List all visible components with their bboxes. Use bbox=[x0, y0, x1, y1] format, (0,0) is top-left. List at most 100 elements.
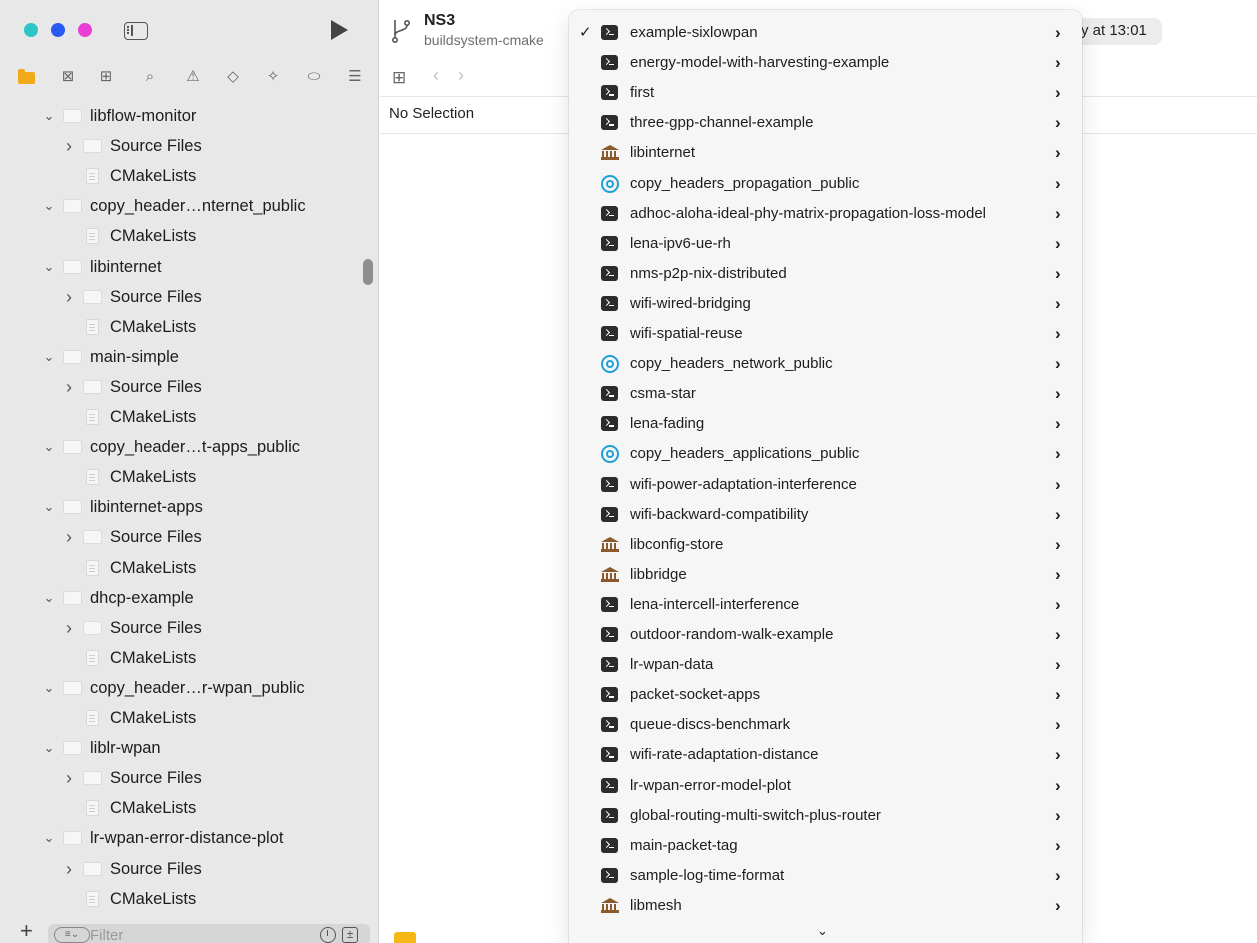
scheme-menu-item[interactable]: energy-model-with-harvesting-example › bbox=[569, 48, 1082, 78]
tree-group-row[interactable]: ⌄ libinternet-apps bbox=[0, 492, 379, 522]
tree-file-row[interactable]: CMakeLists bbox=[0, 643, 379, 673]
scheme-menu-item[interactable]: libbridge › bbox=[569, 560, 1082, 590]
tree-group-row[interactable]: ⌄ libinternet bbox=[0, 252, 379, 282]
scheme-menu-item[interactable]: wifi-rate-adaptation-distance › bbox=[569, 740, 1082, 770]
tree-group-row[interactable]: ⌄ libflow-monitor bbox=[0, 101, 379, 131]
tree-group-row[interactable]: › Source Files bbox=[0, 131, 379, 161]
tree-file-row[interactable]: CMakeLists bbox=[0, 553, 379, 583]
scheme-menu-item[interactable]: lena-ipv6-ue-rh › bbox=[569, 229, 1082, 259]
warning-icon[interactable]: ⚠ bbox=[183, 67, 203, 87]
tree-group-row[interactable]: ⌄ main-simple bbox=[0, 342, 379, 372]
tree-file-row[interactable]: CMakeLists bbox=[0, 312, 379, 342]
zoom-window-button[interactable] bbox=[78, 23, 92, 37]
add-button[interactable]: + bbox=[20, 920, 33, 942]
tree-group-row[interactable]: › Source Files bbox=[0, 282, 379, 312]
sidebar-toggle-icon[interactable] bbox=[124, 22, 148, 40]
source-control-filter-icon[interactable]: ± bbox=[342, 927, 358, 943]
scroll-down-chevron-icon[interactable]: ⌄ bbox=[817, 923, 828, 939]
scheme-menu-item[interactable]: queue-discs-benchmark › bbox=[569, 710, 1082, 740]
tree-group-row[interactable]: ⌄ dhcp-example bbox=[0, 583, 379, 613]
chevron-down-icon[interactable]: ⌄ bbox=[42, 101, 56, 131]
scheme-menu-item[interactable]: outdoor-random-walk-example › bbox=[569, 620, 1082, 650]
source-control-icon[interactable]: ⊠ bbox=[58, 67, 78, 87]
tree-group-row[interactable]: ⌄ copy_header…nternet_public bbox=[0, 191, 379, 221]
tree-group-row[interactable]: ⌄ copy_header…r-wpan_public bbox=[0, 673, 379, 703]
tree-group-row[interactable]: › Source Files bbox=[0, 372, 379, 402]
related-items-icon[interactable]: ⊞ bbox=[392, 68, 406, 88]
tree-group-row[interactable]: ⌄ copy_header…t-apps_public bbox=[0, 432, 379, 462]
scheme-menu-item[interactable]: ✓ example-sixlowpan › bbox=[569, 18, 1082, 48]
chevron-right-icon[interactable]: › bbox=[62, 372, 76, 402]
chevron-down-icon[interactable]: ⌄ bbox=[42, 432, 56, 462]
scheme-menu-item[interactable]: three-gpp-channel-example › bbox=[569, 108, 1082, 138]
scheme-menu-item[interactable]: global-routing-multi-switch-plus-router › bbox=[569, 801, 1082, 831]
filter-options-icon[interactable]: ≡⌄ bbox=[54, 927, 90, 943]
folder-icon[interactable] bbox=[17, 67, 37, 87]
scheme-menu-item[interactable]: nms-p2p-nix-distributed › bbox=[569, 259, 1082, 289]
scheme-menu-item[interactable]: lr-wpan-data › bbox=[569, 650, 1082, 680]
scheme-menu-item[interactable]: csma-star › bbox=[569, 379, 1082, 409]
scheme-menu-item[interactable]: sample-log-time-format › bbox=[569, 861, 1082, 891]
search-icon[interactable]: ⌕ bbox=[140, 67, 160, 87]
scheme-menu-item[interactable]: libconfig-store › bbox=[569, 530, 1082, 560]
scheme-menu-item[interactable]: wifi-power-adaptation-interference › bbox=[569, 470, 1082, 500]
chevron-right-icon[interactable]: › bbox=[62, 522, 76, 552]
scheme-menu-item[interactable]: copy_headers_network_public › bbox=[569, 349, 1082, 379]
scheme-menu-item[interactable]: lr-wpan-error-model-plot › bbox=[569, 771, 1082, 801]
chevron-down-icon[interactable]: ⌄ bbox=[42, 191, 56, 221]
tree-file-row[interactable]: CMakeLists bbox=[0, 221, 379, 251]
tree-file-row[interactable]: CMakeLists bbox=[0, 161, 379, 191]
tree-group-row[interactable]: › Source Files bbox=[0, 522, 379, 552]
scheme-menu-item[interactable]: copy_headers_propagation_public › bbox=[569, 169, 1082, 199]
chevron-down-icon[interactable]: ⌄ bbox=[42, 673, 56, 703]
scheme-menu-item[interactable]: main-packet-tag › bbox=[569, 831, 1082, 861]
scheme-menu-item[interactable]: lena-fading › bbox=[569, 409, 1082, 439]
chevron-down-icon[interactable]: ⌄ bbox=[42, 583, 56, 613]
scheme-menu-item[interactable]: packet-socket-apps › bbox=[569, 680, 1082, 710]
tree-file-row[interactable]: CMakeLists bbox=[0, 793, 379, 823]
chevron-down-icon[interactable]: ⌄ bbox=[42, 823, 56, 853]
tree-group-row[interactable]: › Source Files bbox=[0, 613, 379, 643]
tree-group-row[interactable]: ⌄ lr-wpan-error-distance-plot bbox=[0, 823, 379, 853]
filter-input[interactable] bbox=[90, 925, 290, 943]
back-chevron-icon[interactable]: ‹ bbox=[433, 65, 439, 86]
scheme-menu-item[interactable]: wifi-wired-bridging › bbox=[569, 289, 1082, 319]
chevron-down-icon[interactable]: ⌄ bbox=[42, 733, 56, 763]
chevron-right-icon[interactable]: › bbox=[62, 131, 76, 161]
recent-files-icon[interactable] bbox=[320, 927, 336, 943]
navigator-scrollbar[interactable] bbox=[363, 259, 373, 285]
close-window-button[interactable] bbox=[24, 23, 38, 37]
breakpoint-icon[interactable]: ⬭ bbox=[304, 67, 324, 87]
scheme-menu-item[interactable]: libmesh › bbox=[569, 891, 1082, 921]
chevron-right-icon[interactable]: › bbox=[62, 282, 76, 312]
forward-chevron-icon[interactable]: › bbox=[458, 65, 464, 86]
tree-group-row[interactable]: › Source Files bbox=[0, 854, 379, 884]
report-icon[interactable]: ☰ bbox=[345, 67, 365, 87]
chevron-right-icon[interactable]: › bbox=[62, 854, 76, 884]
scheme-menu-item[interactable]: copy_headers_applications_public › bbox=[569, 439, 1082, 469]
tree-file-row[interactable]: CMakeLists bbox=[0, 703, 379, 733]
scheme-menu-item[interactable]: libinternet › bbox=[569, 138, 1082, 168]
scheme-menu-item[interactable]: lena-intercell-interference › bbox=[569, 590, 1082, 620]
scheme-menu-item[interactable]: wifi-spatial-reuse › bbox=[569, 319, 1082, 349]
tree-group-row[interactable]: ⌄ liblr-wpan bbox=[0, 733, 379, 763]
tree-file-row[interactable]: CMakeLists bbox=[0, 884, 379, 914]
debug-icon[interactable]: ✧ bbox=[263, 67, 283, 87]
run-button[interactable] bbox=[331, 20, 348, 40]
chevron-down-icon[interactable]: ⌄ bbox=[42, 342, 56, 372]
tree-file-row[interactable]: CMakeLists bbox=[0, 462, 379, 492]
chevron-down-icon[interactable]: ⌄ bbox=[42, 252, 56, 282]
chevron-right-icon[interactable]: › bbox=[62, 613, 76, 643]
tree-file-row[interactable]: CMakeLists bbox=[0, 402, 379, 432]
scheme-menu-item[interactable]: first › bbox=[569, 78, 1082, 108]
chevron-down-icon[interactable]: ⌄ bbox=[42, 492, 56, 522]
scheme-menu-item[interactable]: wifi-backward-compatibility › bbox=[569, 500, 1082, 530]
test-icon[interactable]: ◇ bbox=[223, 67, 243, 87]
project-name[interactable]: NS3 bbox=[424, 12, 455, 30]
symbol-icon[interactable]: ⊞ bbox=[96, 67, 116, 87]
chevron-right-icon[interactable]: › bbox=[62, 763, 76, 793]
debug-area-indicator[interactable] bbox=[394, 932, 416, 943]
tree-group-row[interactable]: › Source Files bbox=[0, 763, 379, 793]
branch-name[interactable]: buildsystem-cmake bbox=[424, 32, 544, 48]
scheme-menu-item[interactable]: adhoc-aloha-ideal-phy-matrix-propagation… bbox=[569, 199, 1082, 229]
